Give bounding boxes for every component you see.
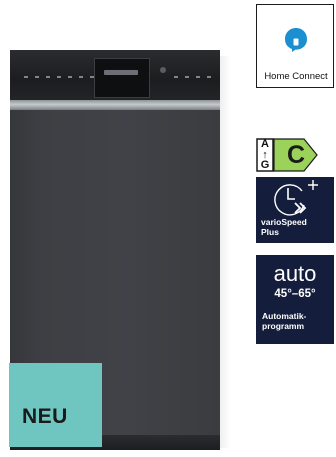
brand-logo <box>104 70 138 75</box>
home-connect-badge: Home Connect <box>256 4 334 88</box>
steel-strip <box>10 100 220 110</box>
auto-word: auto <box>273 261 317 286</box>
vario-speed-badge: varioSpeed Plus <box>256 177 334 243</box>
energy-class: C <box>286 141 306 169</box>
auto-program-badge: auto 45°–65° Automatik- programm <box>256 255 334 344</box>
panel-button <box>160 67 166 73</box>
new-badge-text: NEU <box>22 405 68 428</box>
auto-program-label: Automatik- programm <box>262 311 307 331</box>
vario-speed-label: varioSpeed Plus <box>261 217 307 237</box>
home-connect-label: Home Connect <box>264 71 328 82</box>
home-connect-icon <box>285 28 307 52</box>
energy-scale: A ↑ G <box>260 138 270 171</box>
control-panel <box>10 50 220 101</box>
panel-indicators-left <box>24 76 94 79</box>
auto-temperature: 45°–65° <box>274 288 316 300</box>
clock-speed-icon <box>274 180 318 216</box>
panel-indicators-right <box>174 76 211 79</box>
display-panel <box>94 58 150 98</box>
